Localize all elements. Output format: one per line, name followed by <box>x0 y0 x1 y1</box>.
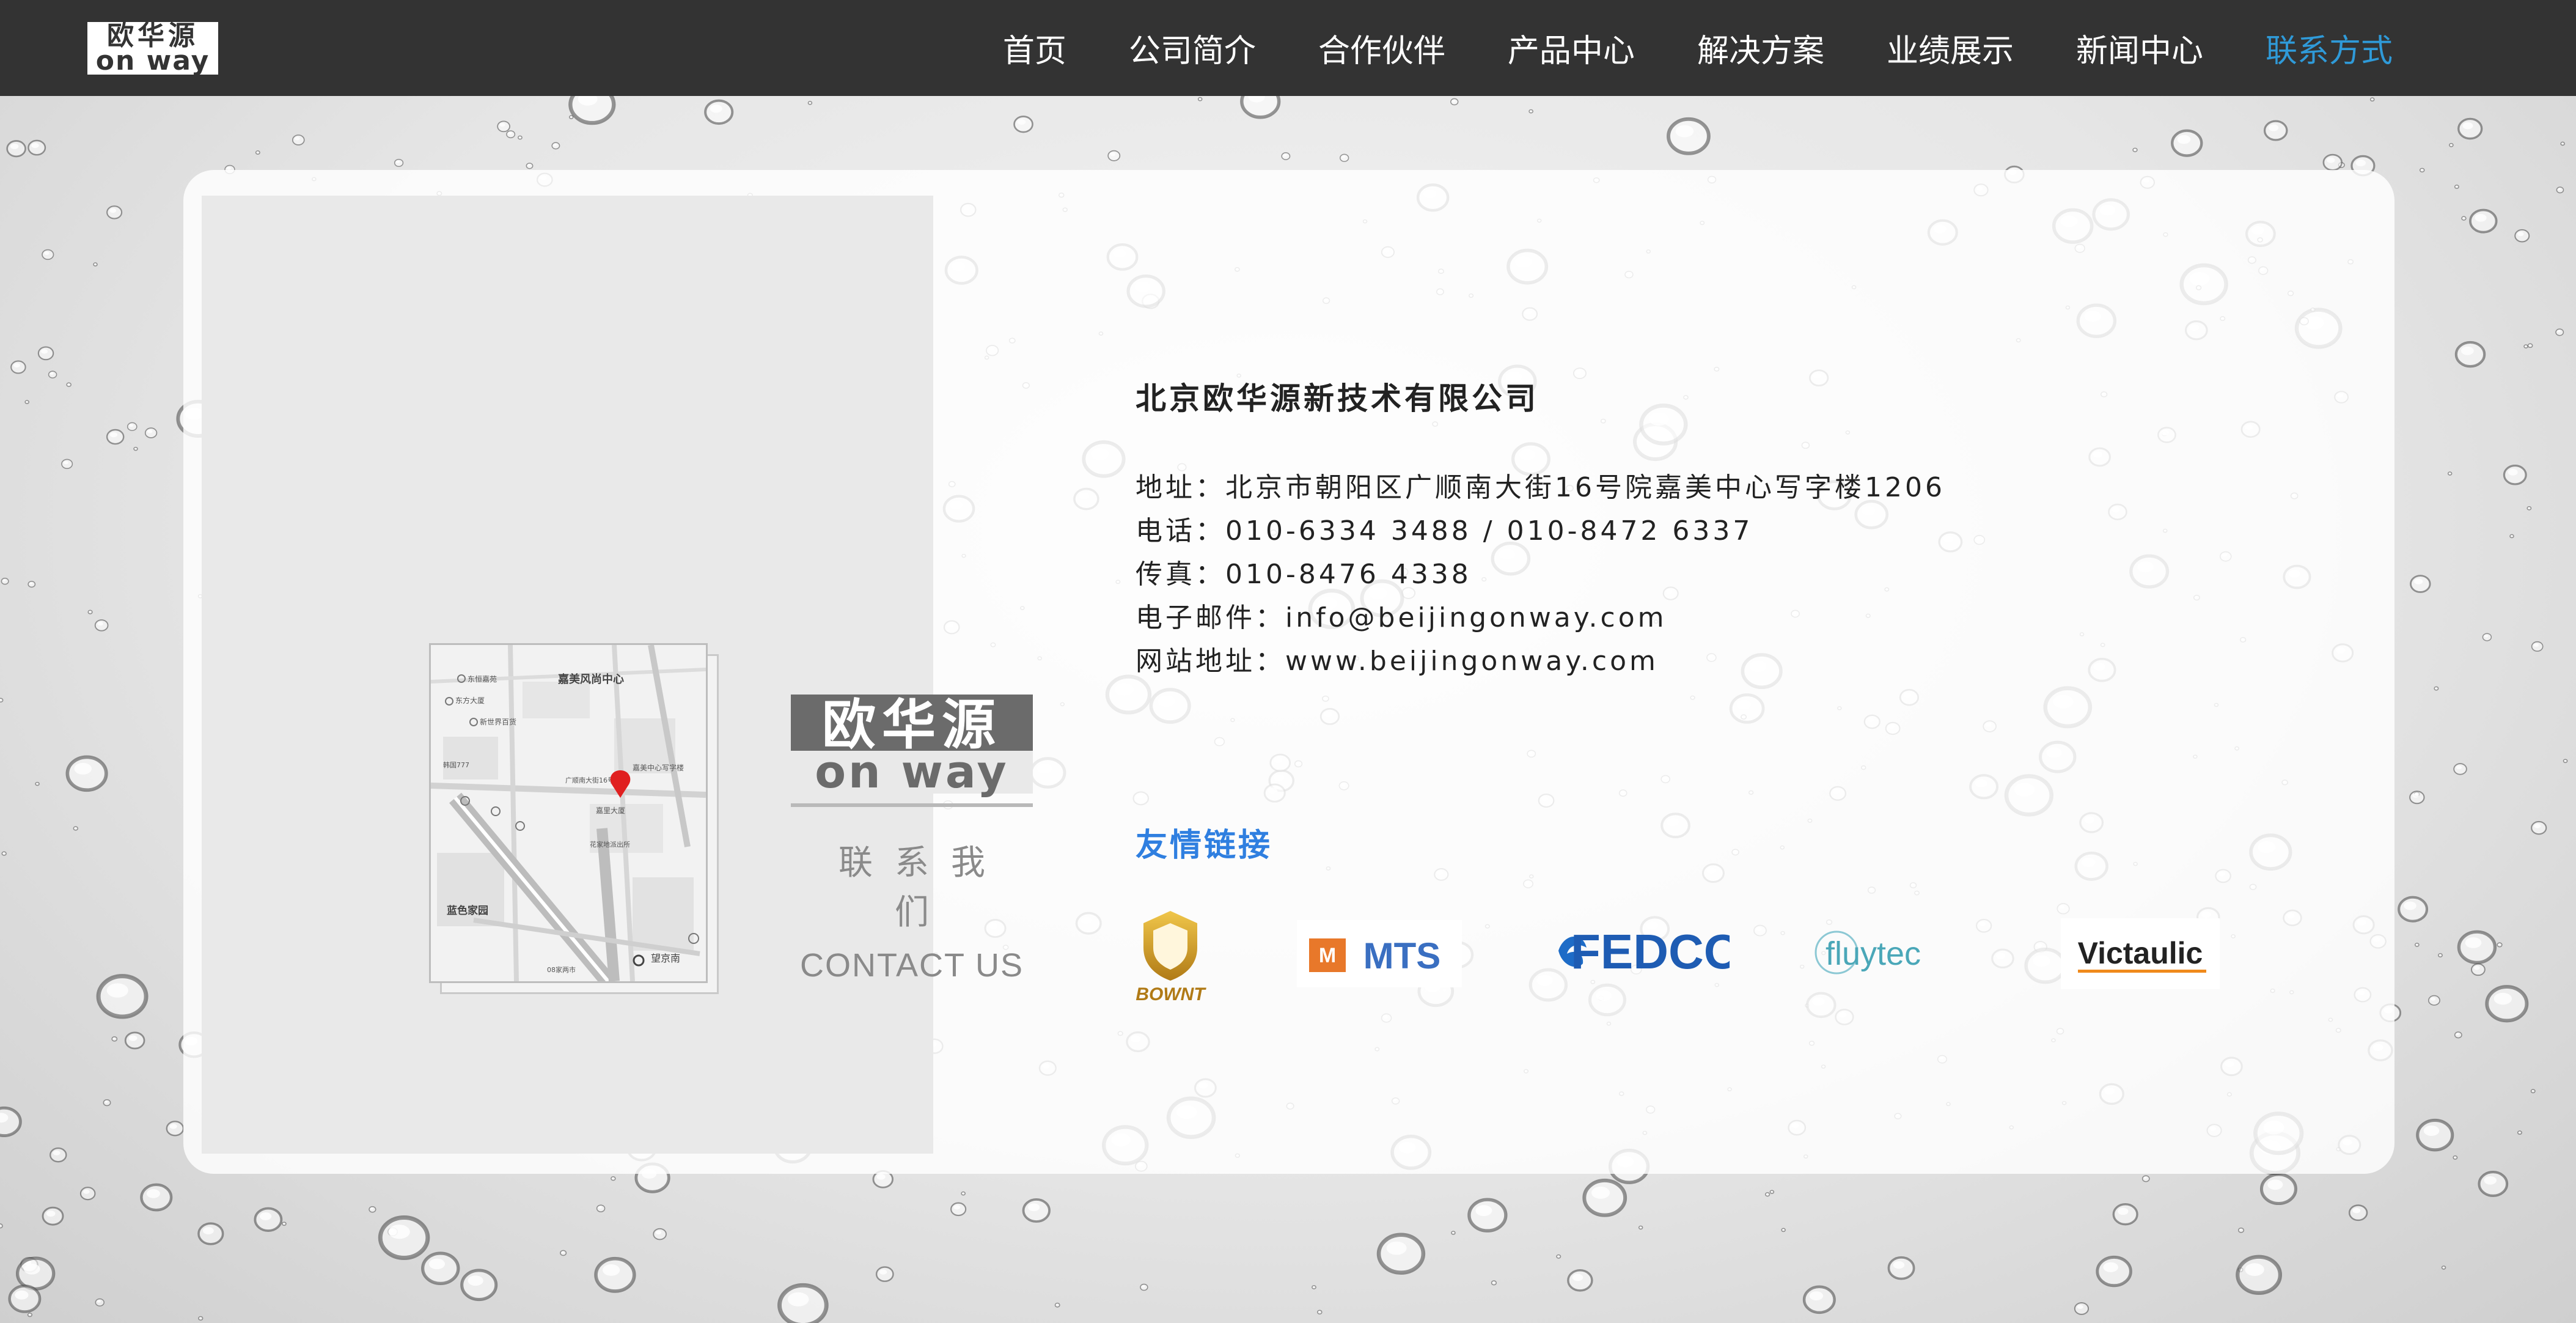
nav-item-home[interactable]: 首页 <box>1003 25 1066 71</box>
map-label-station: 望京南 <box>651 953 680 964</box>
nav-item-products[interactable]: 产品中心 <box>1508 25 1635 71</box>
partner-link-bownt[interactable]: BOWNT <box>1134 905 1207 1004</box>
fedco-logo-icon: FEDCO <box>1558 924 1742 979</box>
map-label-poi1: 东恒嘉苑 <box>468 675 497 684</box>
nav-logo-en: on way <box>95 45 210 76</box>
brand-divider <box>791 803 1033 807</box>
nav-item-about[interactable]: 公司简介 <box>1129 25 1256 71</box>
map-label-poi4: 嘉美中心写字楼 <box>633 763 684 772</box>
map-label-poi9: 08家两市 <box>547 965 576 974</box>
email-link[interactable]: 电子邮件：info@beijingonway.com <box>1136 596 1945 639</box>
partner-name-fedco: FEDCO <box>1571 924 1730 979</box>
partner-link-mts[interactable]: M MTS <box>1297 905 1462 1003</box>
bownt-shield-logo-icon: BOWNT <box>1136 911 1206 1004</box>
map-label-poi6: 韩国777 <box>443 761 469 769</box>
contact-heading-cn: 联系我们 <box>838 843 1007 932</box>
map-label-poi7: 嘉里大厦 <box>596 806 625 815</box>
map-label-area1: 嘉美风尚中心 <box>557 673 624 686</box>
phone-text: 电话：010-6334 3488 / 010-8472 6337 <box>1136 515 1753 547</box>
partner-link-fluytec[interactable]: fluytec <box>1812 905 1934 1003</box>
brand-block: 欧华源 on way 联系我们 CONTACT US <box>791 695 1033 984</box>
map-label-poi3: 新世界百货 <box>480 717 516 726</box>
nav-logo[interactable]: 欧华源 on way <box>87 22 218 75</box>
map-label-poi2: 东方大厦 <box>455 696 485 705</box>
nav-item-cases[interactable]: 业绩展示 <box>1887 25 2014 71</box>
map-label-poi8: 花家地派出所 <box>590 840 630 849</box>
partner-link-victaulic[interactable]: Victaulic <box>2061 905 2220 1003</box>
nav-menu: 首页 公司简介 合作伙伴 产品中心 解决方案 业绩展示 新闻中心 联系方式 <box>941 0 2393 96</box>
website-link[interactable]: 网站地址：www.beijingonway.com <box>1136 639 1945 683</box>
fax-text: 传真：010-8476 4338 <box>1136 559 1472 590</box>
partner-name-victaulic: Victaulic <box>2078 936 2203 970</box>
brand-logo-en: on way <box>791 750 1033 795</box>
mts-logo-icon: M MTS <box>1297 920 1462 987</box>
company-name: 北京欧华源新技术有限公司 <box>1136 381 1539 416</box>
map-frame-front: 嘉美风尚中心 蓝色家园 望京南 东恒嘉苑 东方大厦 新世界百货 嘉美中心写字楼 … <box>429 643 708 983</box>
friendly-links-title: 友情链接 <box>1136 827 1273 864</box>
location-map: 嘉美风尚中心 蓝色家园 望京南 东恒嘉苑 东方大厦 新世界百货 嘉美中心写字楼 … <box>431 645 706 981</box>
nav-item-contact[interactable]: 联系方式 <box>2266 25 2393 71</box>
brand-logo: 欧华源 on way <box>791 695 1033 795</box>
contact-heading-en: CONTACT US <box>799 947 1024 984</box>
map-thumbnail[interactable]: 嘉美风尚中心 蓝色家园 望京南 东恒嘉苑 东方大厦 新世界百货 嘉美中心写字楼 … <box>429 643 719 994</box>
partner-name-fluytec: fluytec <box>1826 935 1921 972</box>
company-info: 地址：北京市朝阳区广顺南大街16号院嘉美中心写字楼1206 电话：010-633… <box>1136 466 1945 683</box>
top-nav-bar: 欧华源 on way 首页 公司简介 合作伙伴 产品中心 解决方案 业绩展示 新… <box>0 0 2576 96</box>
nav-item-news[interactable]: 新闻中心 <box>2076 25 2203 71</box>
partner-link-fedco[interactable]: FEDCO <box>1546 905 1742 1003</box>
map-label-area2: 蓝色家园 <box>447 904 488 917</box>
map-label-poi5: 广顺南大街16号 <box>565 776 614 784</box>
address-text: 地址：北京市朝阳区广顺南大街16号院嘉美中心写字楼1206 <box>1136 472 1945 503</box>
fluytec-logo-icon: fluytec <box>1815 931 1921 975</box>
victaulic-logo-icon: Victaulic <box>2061 918 2220 989</box>
partner-name-bownt: BOWNT <box>1136 984 1206 1003</box>
svg-text:M: M <box>1319 944 1336 967</box>
nav-item-solutions[interactable]: 解决方案 <box>1697 25 1824 71</box>
partner-name-mts: MTS <box>1363 935 1441 976</box>
nav-item-partners[interactable]: 合作伙伴 <box>1318 25 1445 71</box>
